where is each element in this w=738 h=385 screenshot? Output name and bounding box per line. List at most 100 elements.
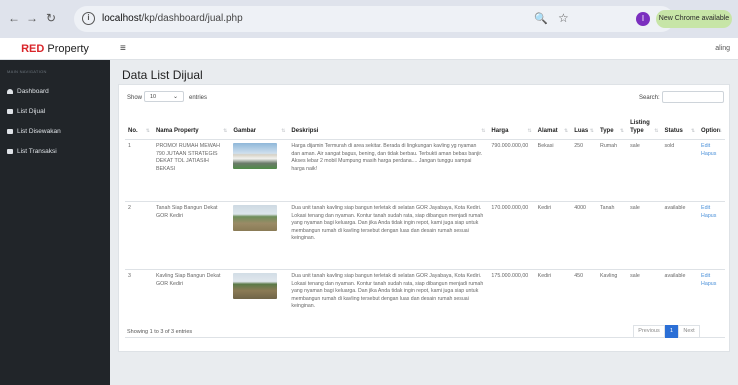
- sort-icon: ⇅: [717, 128, 722, 134]
- column-header[interactable]: Harga ⇅: [488, 116, 535, 140]
- search-label: Search:: [639, 95, 660, 101]
- cell-alamat: Bekasi: [534, 139, 572, 202]
- main-content: Data List Dijual Show 10 ⌄ entries Search…: [110, 60, 738, 385]
- next-page-button[interactable]: Next: [678, 325, 700, 338]
- property-table: No. ⇅ Nama Property ⇅ Gambar ⇅ Deskripsi ⇅ H…: [125, 116, 725, 338]
- browser-toolbar: ← → ↻ i localhost/kp/dashboard/jual.php …: [0, 0, 738, 38]
- page-1-button[interactable]: 1: [665, 325, 678, 338]
- table-header-row: No. ⇅ Nama Property ⇅ Gambar ⇅ Deskripsi ⇅ H…: [125, 116, 725, 140]
- header-label: Luas: [574, 128, 589, 134]
- hapus-link[interactable]: Hapus: [701, 151, 722, 159]
- speedometer-icon: [7, 88, 13, 94]
- url-path: /kp/dashboard/jual.php: [141, 13, 243, 24]
- page-title: Data List Dijual: [122, 68, 203, 82]
- column-header[interactable]: No. ⇅: [125, 116, 153, 140]
- sort-icon: ⇅: [145, 128, 150, 134]
- header-label: Harga: [491, 128, 509, 134]
- browser-menu-icon[interactable]: ⋮: [734, 12, 738, 25]
- sort-icon: ⇅: [654, 128, 659, 134]
- cell-harga: 175.000.000,00: [488, 269, 535, 338]
- show-label: Show: [127, 95, 143, 101]
- table-icon: [7, 128, 13, 134]
- forward-arrow-icon[interactable]: →: [26, 11, 38, 25]
- user-menu[interactable]: aling: [715, 45, 730, 52]
- cell-no: 2: [125, 201, 153, 270]
- cell-no: 3: [125, 269, 153, 338]
- url-host: localhost: [102, 13, 142, 24]
- sidebar-item-list-disewakan[interactable]: List Disewakan: [7, 128, 61, 135]
- edit-link[interactable]: Edit: [701, 143, 722, 151]
- column-header[interactable]: Nama Property ⇅: [152, 116, 231, 140]
- page-size-select[interactable]: 10 ⌄: [144, 91, 184, 102]
- header-label: Status: [664, 128, 683, 134]
- entries-label: entries: [189, 95, 208, 101]
- cell-type: Kavling: [597, 269, 628, 338]
- hapus-link[interactable]: Hapus: [701, 281, 722, 289]
- cell-alamat: Kediri: [534, 201, 572, 270]
- column-header[interactable]: Luas ⇅: [571, 116, 597, 140]
- sort-icon: ⇅: [589, 128, 594, 134]
- column-header[interactable]: Status ⇅: [661, 116, 699, 140]
- edit-link[interactable]: Edit: [701, 205, 722, 213]
- profile-avatar[interactable]: I: [636, 12, 650, 26]
- cell-deskripsi: Dua unit tanah kavling siap bangun terle…: [288, 201, 489, 270]
- cell-deskripsi: Dua unit tanah kavling siap bangun terle…: [288, 269, 489, 338]
- cell-alamat: Kediri: [534, 269, 572, 338]
- sidebar-item-dashboard[interactable]: Dashboard: [7, 88, 49, 95]
- column-header[interactable]: Type ⇅: [597, 116, 628, 140]
- cell-luas: 250: [571, 139, 597, 202]
- search-input[interactable]: [662, 91, 724, 103]
- column-header[interactable]: Gambar ⇅: [230, 116, 289, 140]
- table-row: 1 PROMO! RUMAH MEWAH 790 JUTAAN STRATEGI…: [125, 139, 725, 202]
- new-chrome-available-button[interactable]: New Chrome available: [656, 10, 732, 28]
- sidebar-item-list-transaksi[interactable]: List Transaksi: [7, 148, 57, 155]
- column-header[interactable]: Listing Type ⇅: [627, 116, 662, 140]
- cell-option: Edit Hapus: [698, 139, 725, 202]
- column-header[interactable]: Deskripsi ⇅: [288, 116, 489, 140]
- page-size-value: 10: [150, 94, 157, 100]
- reload-icon[interactable]: ↻: [46, 11, 56, 25]
- bookmark-star-icon[interactable]: ☆: [558, 11, 569, 25]
- header-label: No.: [128, 128, 138, 134]
- previous-page-button[interactable]: Previous: [633, 325, 665, 338]
- cell-listing-type: sale: [627, 201, 662, 270]
- sidebar: MAIN NAVIGATION Dashboard List Dijual Li…: [0, 60, 110, 385]
- table-icon: [7, 108, 13, 114]
- data-table-card: Show 10 ⌄ entries Search: No. ⇅ Nama Prope…: [118, 84, 730, 352]
- sort-icon: ⇅: [564, 128, 569, 134]
- cell-gambar: [230, 269, 289, 338]
- sidebar-item-label: List Dijual: [17, 108, 46, 115]
- sidebar-item-label: List Disewakan: [17, 128, 61, 135]
- brand-logo[interactable]: RED Property: [0, 38, 110, 60]
- edit-link[interactable]: Edit: [701, 273, 722, 281]
- url-text: localhost/kp/dashboard/jual.php: [102, 13, 243, 24]
- header-label: Deskripsi: [291, 128, 319, 134]
- brand-accent: RED: [21, 43, 45, 55]
- property-photo: [233, 143, 278, 169]
- cell-nama: Kavling Siap Bangun Dekat GOR Kediri: [152, 269, 231, 338]
- cell-gambar: [230, 201, 289, 270]
- cell-status: sold: [661, 139, 699, 202]
- table-icon: [7, 148, 13, 154]
- cell-type: Rumah: [597, 139, 628, 202]
- property-photo: [233, 205, 278, 231]
- sort-icon: ⇅: [619, 128, 625, 134]
- column-header[interactable]: Option ⇅: [698, 116, 725, 140]
- hapus-link[interactable]: Hapus: [701, 213, 722, 221]
- column-header[interactable]: Alamat ⇅: [534, 116, 572, 140]
- cell-type: Tanah: [597, 201, 628, 270]
- site-info-icon[interactable]: i: [82, 12, 95, 25]
- cell-option: Edit Hapus: [698, 201, 725, 270]
- cell-listing-type: sale: [627, 139, 662, 202]
- sidebar-heading: MAIN NAVIGATION: [7, 69, 47, 74]
- table-row: 2 Tanah Siap Bangun Dekat GOR Kediri Dua…: [125, 201, 725, 270]
- sidebar-item-label: Dashboard: [17, 88, 49, 95]
- back-arrow-icon[interactable]: ←: [8, 11, 20, 25]
- sidebar-toggle-icon[interactable]: ≡: [120, 43, 126, 54]
- address-bar[interactable]: i localhost/kp/dashboard/jual.php 🔍 ☆: [74, 6, 674, 32]
- cell-gambar: [230, 139, 289, 202]
- top-navbar: RED Property ≡ aling: [0, 38, 738, 60]
- sidebar-item-list-dijual[interactable]: List Dijual: [7, 108, 45, 115]
- cell-harga: 790.000.000,00: [488, 139, 535, 202]
- zoom-icon[interactable]: 🔍: [534, 12, 548, 25]
